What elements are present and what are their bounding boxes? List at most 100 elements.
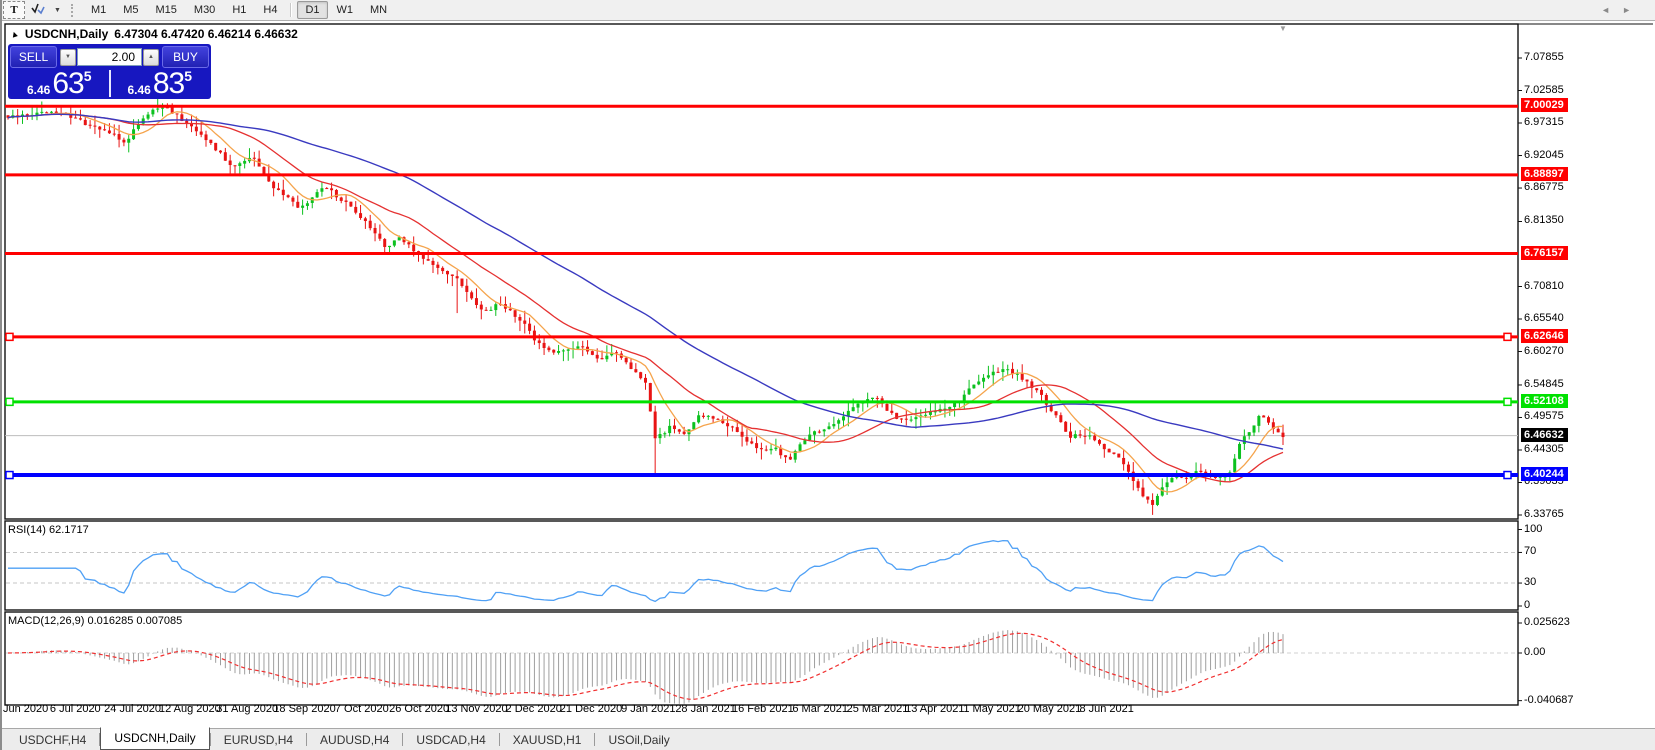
price-axis-label: 7.02585 [1524, 83, 1564, 96]
styles-dropdown-arrow[interactable]: ▼ [51, 7, 64, 14]
date-axis-label: 25 Mar 2021 [846, 703, 909, 715]
timeframe-button-d1[interactable]: D1 [297, 1, 328, 19]
buy-price-big: 83 [152, 67, 185, 100]
buy-price-sup: 5 [184, 68, 193, 84]
date-axis-label: 24 Jul 2020 [104, 703, 162, 715]
buy-button[interactable]: BUY [162, 46, 209, 68]
tab-scroll-right-button[interactable]: ► [1622, 5, 1643, 15]
date-axis-label: 26 Oct 2020 [389, 703, 450, 715]
date-axis-label: 20 May 2021 [1017, 703, 1082, 715]
macd-axis-label: -0.040687 [1524, 693, 1574, 706]
chart-canvas [4, 23, 1653, 706]
rsi-label: RSI(14) 62.1717 [8, 524, 89, 536]
timeframe-button-w1[interactable]: W1 [329, 1, 362, 19]
date-axis-label: 17 Jun 2020 [0, 703, 49, 715]
macd-axis-label: 0.025623 [1524, 616, 1570, 628]
price-badge-6.52108: 6.52108 [1521, 393, 1568, 408]
chart-marker-icon: ▲ [8, 27, 21, 41]
buy-price-display[interactable]: 6.46 83 5 [111, 67, 210, 100]
timeframe-button-m5[interactable]: M5 [115, 1, 146, 19]
tab-scroll-arrows: ◄► [1601, 5, 1643, 15]
hline-handle[interactable] [5, 397, 14, 407]
price-axis-label: 6.33765 [1524, 508, 1564, 520]
tab-usdcnh-daily[interactable]: USDCNH,Daily [100, 726, 210, 750]
price-axis-label: 7.07855 [1524, 51, 1564, 63]
text-tool-button[interactable]: T [3, 1, 25, 19]
sell-price-display[interactable]: 6.46 63 5 [10, 67, 109, 100]
triangle-up-icon: ▲ [148, 54, 154, 60]
timeframe-button-h4[interactable]: H4 [255, 1, 285, 19]
one-click-trading-panel: SELL ▼ 2.00 ▲ BUY 6.46 63 5 6.46 83 5 [8, 44, 211, 99]
macd-histogram [12, 630, 1284, 704]
date-axis-label: 13 Apr 2021 [905, 703, 965, 715]
toolbar: T ▼ M1 M5 M15 M30 H1 H4 D1 W1 MN [0, 0, 1655, 21]
date-axis-label: 9 Jan 2021 [621, 703, 676, 715]
tab-usoil-daily[interactable]: USOil,Daily [595, 731, 682, 749]
volume-decrease-button[interactable]: ▼ [60, 48, 76, 66]
current-price-badge: 6.46632 [1521, 427, 1568, 442]
volume-stepper: ▼ 2.00 ▲ [59, 46, 160, 68]
toolbar-separator [290, 3, 293, 17]
macd-label: MACD(12,26,9) 0.016285 0.007085 [8, 615, 183, 627]
sell-price-prefix: 6.46 [26, 83, 51, 97]
price-axis-label: 6.86775 [1524, 181, 1564, 194]
tab-usdchf-h4[interactable]: USDCHF,H4 [6, 731, 99, 749]
chart-tab-bar: USDCHF,H4 USDCNH,Daily EURUSD,H4 AUDUSD,H4 U… [0, 726, 1655, 750]
ma-slow-line [7, 113, 1284, 450]
window-left-edge [0, 0, 2, 750]
price-axis-label: 6.92045 [1524, 148, 1564, 161]
hline-handle[interactable] [1503, 397, 1512, 407]
price-axis-label: 6.60270 [1524, 344, 1564, 357]
volume-increase-button[interactable]: ▲ [143, 48, 159, 66]
sell-price-big: 63 [52, 67, 84, 100]
price-axis-label: 6.70810 [1524, 279, 1564, 292]
tab-scroll-left-button[interactable]: ◄ [1601, 5, 1622, 15]
chart-shift-marker-icon[interactable]: ▼ [1279, 24, 1287, 33]
timeframe-button-m15[interactable]: M15 [148, 1, 185, 19]
tab-xauusd-h1[interactable]: XAUUSD,H1 [500, 731, 595, 749]
hline-handle[interactable] [5, 470, 14, 480]
hline-handle[interactable] [1503, 332, 1512, 342]
sell-button[interactable]: SELL [10, 46, 57, 68]
tab-audusd-h4[interactable]: AUDUSD,H4 [307, 731, 402, 749]
price-badge-6.88897: 6.88897 [1521, 166, 1568, 181]
date-axis-label: 6 Mar 2021 [792, 703, 849, 715]
sell-price-sup: 5 [83, 68, 92, 84]
date-axis-label: 28 Jan 2021 [675, 703, 736, 715]
price-axis-label: 6.49575 [1524, 410, 1564, 423]
date-axis-label: 16 Feb 2021 [732, 703, 794, 715]
price-axis-label: 6.65540 [1524, 312, 1564, 324]
styles-tool-button[interactable] [27, 1, 49, 19]
rsi-axis-label: 100 [1524, 522, 1543, 535]
price-axis-label: 6.44305 [1524, 442, 1564, 455]
price-badge-6.62646: 6.62646 [1521, 328, 1568, 343]
rsi-axis-label: 0 [1524, 599, 1531, 611]
buy-price-prefix: 6.46 [127, 83, 151, 97]
macd-axis-label: 0.00 [1524, 646, 1546, 658]
tab-usdcad-h4[interactable]: USDCAD,H4 [403, 731, 498, 749]
volume-input[interactable]: 2.00 [77, 48, 142, 66]
chart-symbol-label: USDCNH,Daily [24, 27, 109, 41]
price-badge-7.00029: 7.00029 [1521, 98, 1568, 113]
date-axis-label: 13 Nov 2020 [445, 703, 508, 715]
hline-handle[interactable] [1503, 470, 1512, 480]
panel-border [4, 520, 1519, 611]
ma-medium-line [7, 113, 1284, 483]
timeframe-button-h1[interactable]: H1 [224, 1, 254, 19]
date-axis-label: 31 Aug 2020 [216, 703, 279, 715]
timeframe-button-m1[interactable]: M1 [83, 1, 114, 19]
hline-handle[interactable] [5, 332, 14, 342]
date-axis-label: 7 Oct 2020 [334, 703, 389, 715]
rsi-line [8, 539, 1284, 603]
price-axis-label: 6.97315 [1524, 116, 1564, 128]
date-axis-label: 8 Jun 2021 [1079, 703, 1134, 715]
date-axis-label: 21 Dec 2020 [559, 703, 623, 715]
date-axis-label: 1 May 2021 [963, 703, 1021, 715]
tab-eurusd-h4[interactable]: EURUSD,H4 [211, 731, 306, 749]
toolbar-grip[interactable] [70, 3, 76, 17]
timeframe-button-m30[interactable]: M30 [186, 1, 223, 19]
date-axis-label: 2 Dec 2020 [505, 703, 562, 715]
timeframe-button-mn[interactable]: MN [362, 1, 395, 19]
date-axis-label: 6 Jul 2020 [49, 703, 101, 715]
price-badge-6.40244: 6.40244 [1521, 467, 1568, 482]
